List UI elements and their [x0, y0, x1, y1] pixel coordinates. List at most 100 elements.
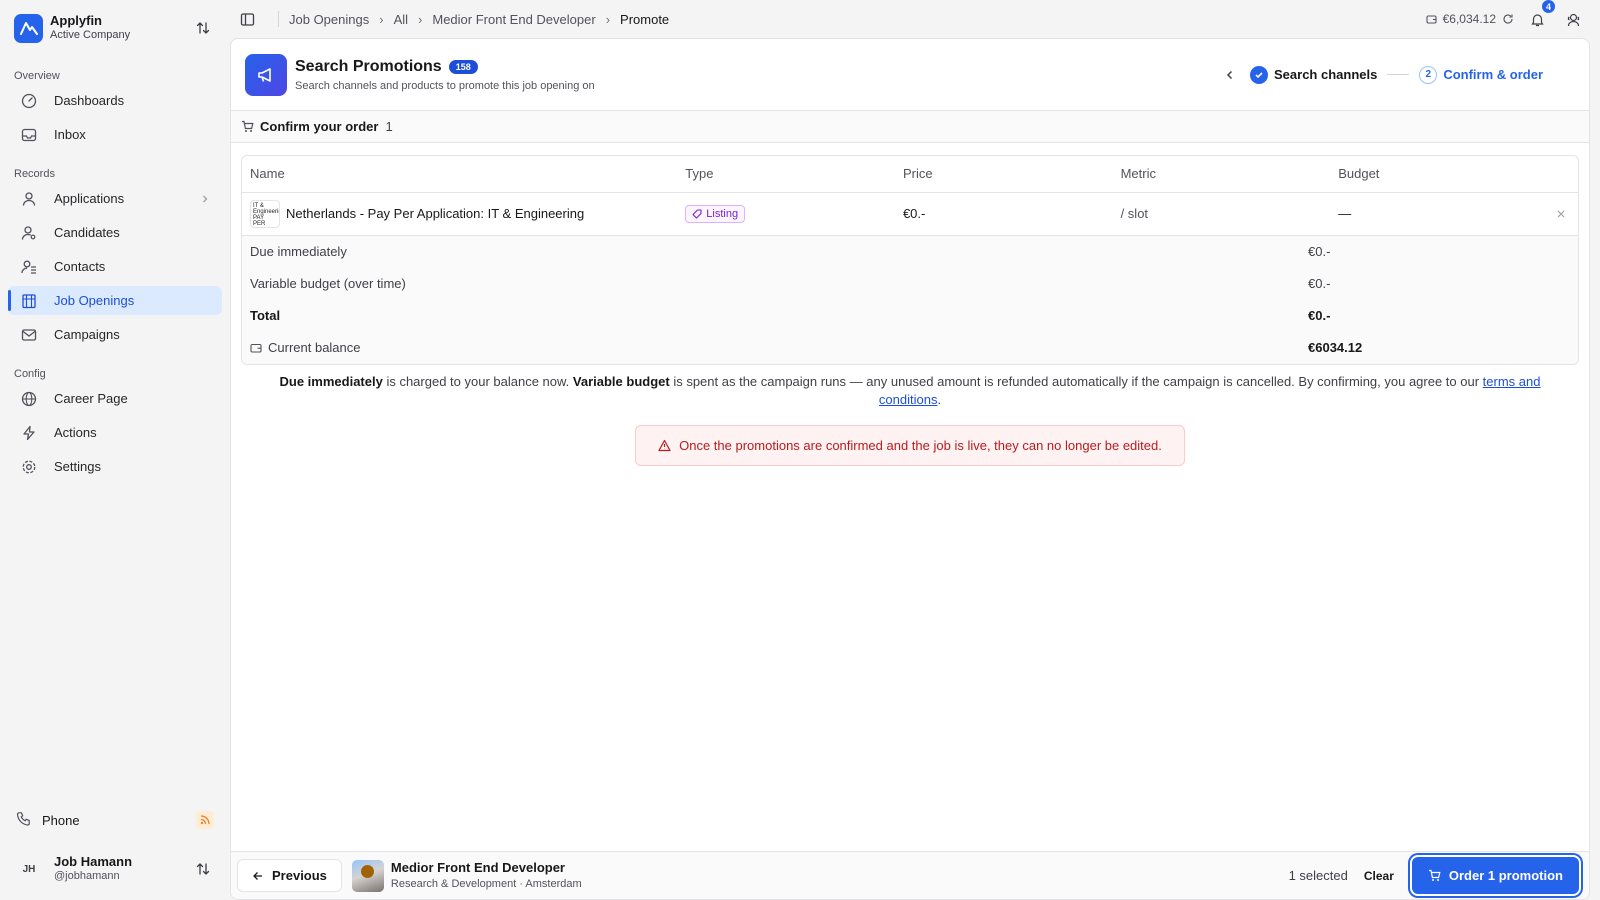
- bolt-icon: [20, 424, 38, 442]
- section-label-records: Records: [14, 168, 55, 180]
- remove-item-button[interactable]: [1547, 192, 1578, 236]
- step-search-channels[interactable]: Search channels: [1250, 65, 1378, 84]
- breadcrumb-all[interactable]: All: [394, 12, 408, 27]
- warning-text: Once the promotions are confirmed and th…: [679, 437, 1162, 453]
- sidebar-item-inbox[interactable]: Inbox: [8, 120, 222, 149]
- sidebar-item-candidates[interactable]: Candidates: [8, 218, 222, 247]
- promote-panel: Search Promotions 158 Search channels an…: [230, 38, 1590, 900]
- results-count-badge: 158: [448, 59, 478, 74]
- sidebar-item-settings[interactable]: Settings: [8, 452, 222, 481]
- budget-value: —: [1330, 192, 1548, 236]
- sidebar-item-career-page[interactable]: Career Page: [8, 384, 222, 413]
- phone-item[interactable]: Phone: [8, 804, 222, 836]
- order-title: Confirm your order: [260, 119, 379, 134]
- avatar: JH: [14, 854, 44, 884]
- column-header-budget: Budget: [1330, 156, 1548, 193]
- job-title: Medior Front End Developer: [390, 859, 565, 875]
- current-balance-value: €6034.12: [1308, 340, 1363, 355]
- chevron-right-icon: ›: [418, 11, 423, 27]
- sidebar-item-actions[interactable]: Actions: [8, 418, 222, 447]
- chevron-right-icon: ›: [605, 11, 611, 27]
- variable-budget-row: Variable budget (over time) €0.-: [242, 267, 1578, 300]
- phone-label: Phone: [42, 812, 80, 828]
- sidebar-item-label: Inbox: [54, 127, 86, 142]
- globe-icon: [20, 390, 38, 408]
- total-row: Total €0.-: [242, 299, 1578, 332]
- table-row: IT & Engineering PAY PER APP Netherlands…: [242, 192, 1578, 236]
- stepper: Search channels 2 Confirm & order: [1224, 65, 1575, 84]
- sidebar: Applyfin Active Company Overview Dashboa…: [0, 0, 230, 900]
- breadcrumb: Job Openings › All › Medior Front End De…: [270, 11, 669, 27]
- type-badge: Listing: [685, 204, 746, 223]
- total-value: €0.-: [1308, 308, 1331, 323]
- metric-value: / slot: [1112, 192, 1331, 236]
- applyfin-logo-icon: [14, 13, 43, 43]
- job-image: [351, 859, 384, 892]
- arrow-left-icon: [252, 870, 264, 882]
- clear-button[interactable]: Clear: [1364, 869, 1394, 883]
- user-name: Job Hamann: [54, 854, 133, 869]
- switch-arrows-icon[interactable]: [190, 15, 216, 41]
- notifications-button[interactable]: 4: [1524, 0, 1555, 32]
- chevron-right-icon: ›: [379, 11, 384, 27]
- breadcrumb-promote: Promote: [620, 11, 670, 27]
- edit-warning-alert: Once the promotions are confirmed and th…: [635, 424, 1185, 466]
- cart-icon: [1428, 869, 1441, 882]
- user-menu[interactable]: JH Job Hamann @jobhamann: [8, 844, 222, 894]
- sidebar-item-dashboards[interactable]: Dashboards: [8, 86, 222, 115]
- balance-value: €6,034.12: [1442, 12, 1496, 26]
- column-header-metric: Metric: [1112, 156, 1331, 193]
- close-icon: [1556, 209, 1570, 219]
- wallet-icon: [250, 342, 262, 354]
- sidebar-item-applications[interactable]: Applications: [8, 184, 222, 213]
- sidebar-item-label: Contacts: [54, 259, 106, 274]
- step-label: Confirm & order: [1443, 67, 1543, 82]
- channel-thumbnail: IT & Engineering PAY PER APP: [250, 199, 280, 228]
- sidebar-item-job-openings[interactable]: Job Openings: [8, 286, 222, 315]
- user-handle: @jobhamann: [54, 870, 120, 882]
- selected-count: 1 selected: [1288, 868, 1348, 883]
- current-balance-row: Current balance €6034.12: [242, 331, 1578, 364]
- tag-icon: [692, 208, 702, 219]
- sidebar-item-label: Candidates: [54, 225, 120, 240]
- refresh-icon[interactable]: [1502, 13, 1514, 25]
- action-footer: Previous Medior Front End Developer Rese…: [231, 851, 1589, 899]
- balance-indicator[interactable]: €6,034.12: [1426, 12, 1514, 26]
- back-chevron-icon[interactable]: [1224, 69, 1236, 81]
- variable-budget-value: €0.-: [1308, 276, 1331, 291]
- mail-icon: [20, 326, 38, 344]
- job-subtitle: Research & Development · Amsterdam: [390, 877, 582, 890]
- section-label-overview: Overview: [14, 70, 60, 82]
- product-name: Netherlands - Pay Per Application: IT & …: [286, 206, 585, 221]
- panel-header: Search Promotions 158 Search channels an…: [231, 39, 1589, 111]
- workspace-switcher[interactable]: Applyfin Active Company: [8, 0, 222, 56]
- order-promotion-button[interactable]: Order 1 promotion: [1411, 857, 1579, 894]
- company-status: Active Company: [50, 29, 131, 41]
- rss-icon: [196, 811, 214, 829]
- help-button[interactable]: [1560, 6, 1586, 32]
- building-icon: [20, 292, 38, 310]
- sidebar-item-label: Actions: [54, 425, 97, 440]
- order-notice: Due immediately is charged to your balan…: [279, 373, 1541, 407]
- wallet-icon: [1426, 14, 1437, 25]
- sidebar-item-contacts[interactable]: Contacts: [8, 252, 222, 281]
- topbar: Job Openings › All › Medior Front End De…: [230, 0, 1590, 38]
- column-header-price: Price: [894, 156, 1113, 193]
- step-label: Search channels: [1274, 67, 1378, 82]
- switch-arrows-icon[interactable]: [190, 856, 216, 882]
- sidebar-item-label: Dashboards: [54, 93, 125, 108]
- sidebar-toggle-icon[interactable]: [234, 6, 260, 32]
- sidebar-item-label: Job Openings: [54, 293, 135, 308]
- phone-icon: [16, 811, 34, 829]
- check-icon: [1250, 65, 1268, 84]
- page-subtitle: Search channels and products to promote …: [295, 79, 595, 92]
- breadcrumb-job[interactable]: Medior Front End Developer: [432, 12, 595, 27]
- step-confirm-order[interactable]: 2 Confirm & order: [1419, 65, 1543, 84]
- previous-button[interactable]: Previous: [237, 859, 342, 892]
- page-title: Search Promotions: [295, 57, 442, 75]
- sidebar-item-label: Career Page: [54, 391, 128, 406]
- megaphone-icon: [245, 53, 287, 96]
- breadcrumb-job-openings[interactable]: Job Openings: [289, 12, 369, 27]
- due-immediately-row: Due immediately €0.-: [242, 235, 1578, 268]
- sidebar-item-campaigns[interactable]: Campaigns: [8, 320, 222, 349]
